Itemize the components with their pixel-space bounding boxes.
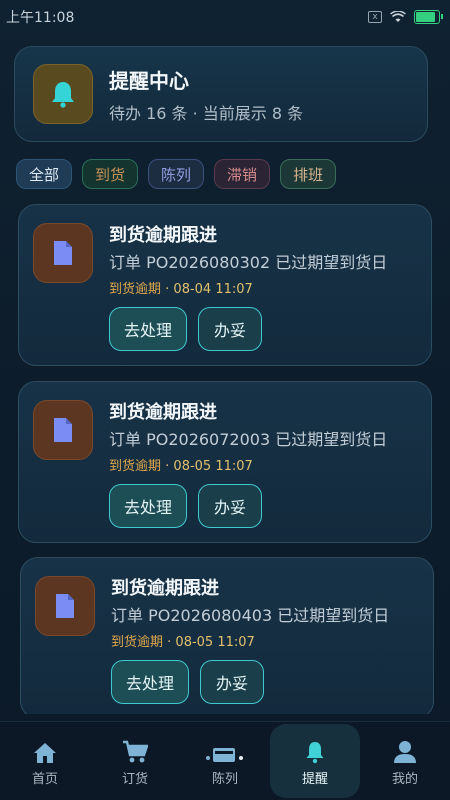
bell-icon — [52, 82, 74, 108]
display-icon — [206, 747, 243, 762]
reminder-center-header: 提醒中心 待办 16 条 · 当前展示 8 条 — [14, 46, 428, 142]
tab-label: 我的 — [391, 771, 418, 787]
header-icon-box — [33, 64, 93, 124]
meta-separator: · — [163, 635, 176, 650]
reminder-card[interactable]: 到货逾期跟进 订单 PO2026080302 已过期望到货日 到货逾期 · 08… — [18, 204, 432, 366]
handle-button[interactable]: 去处理 — [111, 660, 189, 704]
card-icon-box — [33, 223, 93, 283]
tab-label: 陈列 — [211, 771, 238, 787]
card-title: 到货逾期跟进 — [111, 578, 219, 599]
card-category: 到货逾期 — [109, 282, 162, 297]
tab-order[interactable]: 订货 — [90, 722, 180, 800]
document-icon — [56, 594, 74, 618]
meta-separator: · — [161, 459, 174, 474]
tab-mine[interactable]: 我的 — [360, 722, 450, 800]
card-meta: 到货逾期 · 08-05 11:07 — [109, 455, 253, 474]
done-button[interactable]: 办妥 — [198, 484, 262, 528]
bell-icon — [306, 741, 324, 763]
bottom-tab-bar: 首页 订货 陈列 提醒 我的 — [0, 721, 450, 800]
document-icon — [54, 418, 72, 442]
wifi-icon — [390, 11, 406, 22]
card-category: 到货逾期 — [111, 635, 164, 650]
tab-display[interactable]: 陈列 — [180, 722, 270, 800]
tab-label: 首页 — [31, 771, 58, 787]
pending-summary: 待办 16 条 · 当前展示 8 条 — [109, 103, 304, 123]
reminder-list[interactable]: 到货逾期跟进 订单 PO2026080302 已过期望到货日 到货逾期 · 08… — [0, 204, 450, 714]
notification-close-icon: x — [368, 11, 382, 23]
tab-label: 提醒 — [301, 771, 328, 787]
card-icon-box — [35, 576, 95, 636]
card-time: 08-04 11:07 — [173, 282, 253, 297]
card-meta: 到货逾期 · 08-04 11:07 — [109, 278, 253, 297]
reminder-card[interactable]: 到货逾期跟进 订单 PO2026080403 已过期望到货日 到货逾期 · 08… — [20, 557, 434, 714]
meta-separator: · — [161, 282, 174, 297]
reminder-card[interactable]: 到货逾期跟进 订单 PO2026072003 已过期望到货日 到货逾期 · 08… — [18, 381, 432, 543]
card-title: 到货逾期跟进 — [109, 402, 217, 423]
user-icon — [394, 740, 416, 763]
card-description: 订单 PO2026072003 已过期望到货日 — [109, 430, 388, 449]
filter-slow-moving[interactable]: 滞销 — [214, 159, 271, 189]
filter-all[interactable]: 全部 — [16, 159, 73, 189]
filter-shift[interactable]: 排班 — [280, 159, 337, 189]
card-icon-box — [33, 400, 93, 460]
filter-display[interactable]: 陈列 — [148, 159, 205, 189]
tab-reminder[interactable]: 提醒 — [270, 724, 360, 798]
tab-label: 订货 — [121, 771, 148, 787]
card-time: 08-05 11:07 — [173, 459, 253, 474]
page-title: 提醒中心 — [109, 68, 189, 93]
filter-chips: 全部 到货 陈列 滞销 排班 — [16, 159, 337, 189]
card-description: 订单 PO2026080403 已过期望到货日 — [111, 606, 390, 625]
handle-button[interactable]: 去处理 — [109, 484, 187, 528]
document-icon — [54, 241, 72, 265]
handle-button[interactable]: 去处理 — [109, 307, 187, 351]
done-button[interactable]: 办妥 — [200, 660, 264, 704]
home-icon — [34, 742, 56, 763]
card-meta: 到货逾期 · 08-05 11:07 — [111, 631, 255, 650]
card-time: 08-05 11:07 — [175, 635, 255, 650]
status-time: 上午11:08 — [6, 10, 75, 26]
battery-icon — [414, 10, 443, 24]
done-button[interactable]: 办妥 — [198, 307, 262, 351]
status-bar: 上午11:08 x — [0, 0, 450, 34]
status-icons: x — [368, 10, 443, 24]
card-title: 到货逾期跟进 — [109, 225, 217, 246]
tab-home[interactable]: 首页 — [0, 722, 90, 800]
card-category: 到货逾期 — [109, 459, 162, 474]
cart-icon — [123, 740, 148, 762]
card-description: 订单 PO2026080302 已过期望到货日 — [109, 253, 388, 272]
filter-arrival[interactable]: 到货 — [82, 159, 139, 189]
